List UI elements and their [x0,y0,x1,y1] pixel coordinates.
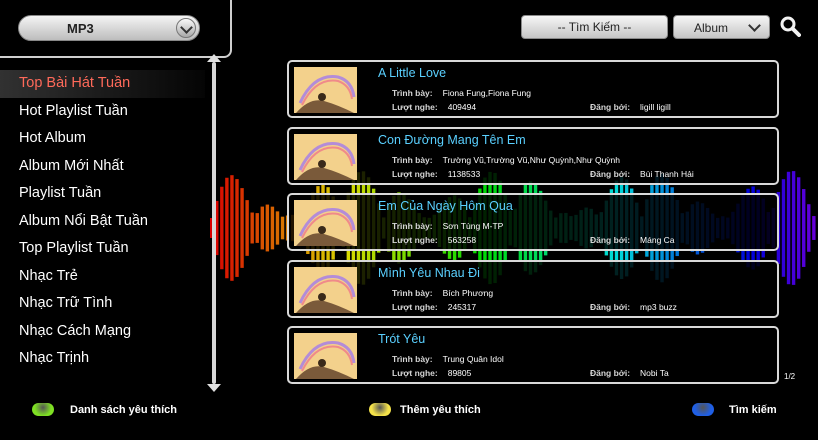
song-item[interactable]: A Little Love Trình bày: Fiona Fung,Fiona… [287,60,779,118]
song-item[interactable]: Em Của Ngày Hôm Qua Trình bày: Sơn Tùng M… [287,193,779,251]
posted-by-label: Đăng bởi: [590,102,631,112]
song-posted-by: Máng Ca [640,235,675,245]
search-type-dropdown[interactable]: Album [673,15,770,39]
song-thumbnail [294,67,357,113]
song-posted-by: mp3 buzz [640,301,677,312]
song-item[interactable]: Con Đường Mang Tên Em Trình bày: Trường V… [287,126,779,185]
song-thumbnail [294,266,357,313]
category-item-album-noi-bat-tuan[interactable]: Album Nổi Bật Tuần [0,208,205,236]
song-plays: 1138533 [447,168,481,179]
song-plays: 409494 [447,102,477,112]
plays-label: Lượt nghe: [392,301,438,312]
posted-by-label: Đăng bởi: [590,368,631,378]
song-artist: Trường Vũ,Trường Vũ,Như Quỳnh,Như Quỳnh [442,154,621,165]
legend-label: Thêm yêu thích [400,404,481,416]
category-list: Top Bài Hát Tuần Hot Playlist Tuần Hot A… [0,70,205,373]
song-artist: Trung Quân Idol [442,354,504,364]
song-list: A Little Love Trình bày: Fiona Fung,Fiona… [287,60,779,393]
music-app-screen: MP3 Top Bài Hát Tuần Hot Playlist Tuần H… [0,0,818,440]
scrollbar[interactable] [212,62,216,384]
song-posted-by: Bùi Thanh Hải [640,168,694,179]
plays-label: Lượt nghe: [392,235,438,245]
search-type-value: Album [694,21,729,35]
chevron-down-icon [748,19,761,32]
green-button-icon [32,403,54,416]
search-icon[interactable] [779,15,801,37]
song-artist: Fiona Fung,Fiona Fung [442,88,531,98]
song-posted-by: ligill ligill [640,102,671,112]
song-thumbnail [294,200,357,246]
plays-label: Lượt nghe: [392,102,438,112]
plays-label: Lượt nghe: [392,368,438,378]
category-item-album-moi-nhat[interactable]: Album Mới Nhất [0,153,205,181]
song-posted-by: Nobi Ta [640,368,669,378]
song-plays: 245317 [447,301,477,312]
artist-label: Trình bày: [392,287,433,298]
song-title: Em Của Ngày Hôm Qua [378,199,513,213]
blue-button-icon [692,403,714,416]
song-plays: 89805 [447,368,472,378]
artist-label: Trình bày: [392,221,433,231]
category-item-nhac-cach-mang[interactable]: Nhạc Cách Mạng [0,318,205,346]
song-artist: Bích Phương [442,287,494,298]
artist-label: Trình bày: [392,354,433,364]
scroll-down-icon[interactable] [207,384,221,392]
song-title: Mình Yêu Nhau Đi [378,265,480,280]
search-input[interactable]: -- Tìm Kiếm -- [521,15,668,39]
category-item-nhac-tru-tinh[interactable]: Nhạc Trữ Tình [0,290,205,318]
page-indicator: 1/2 [784,372,796,381]
posted-by-label: Đăng bởi: [590,235,631,245]
posted-by-label: Đăng bởi: [590,168,631,179]
legend-label: Tìm kiếm [729,404,777,416]
song-plays: 563258 [447,235,477,245]
category-item-playlist-tuan[interactable]: Playlist Tuần [0,180,205,208]
source-dropdown[interactable]: MP3 [18,15,200,41]
song-thumbnail [294,333,357,379]
song-title: A Little Love [378,66,447,80]
artist-label: Trình bày: [392,88,433,98]
posted-by-label: Đăng bởi: [590,301,631,312]
category-item-hot-album[interactable]: Hot Album [0,125,205,153]
category-item-hot-playlist-tuan[interactable]: Hot Playlist Tuần [0,98,205,126]
source-dropdown-value: MP3 [67,21,94,36]
song-artist: Sơn Tùng M-TP [442,221,504,231]
category-item-top-playlist-tuan[interactable]: Top Playlist Tuần [0,235,205,263]
category-item-nhac-tre[interactable]: Nhạc Trẻ [0,263,205,291]
category-item-nhac-trinh[interactable]: Nhạc Trịnh [0,345,205,373]
legend-label: Danh sách yêu thích [70,404,177,416]
scroll-up-icon[interactable] [207,54,221,62]
song-item[interactable]: Mình Yêu Nhau Đi Trình bày: Bích Phương L… [287,259,779,318]
song-item[interactable]: Trót Yêu Trình bày: Trung Quân Idol Lượt … [287,326,779,384]
yellow-button-icon [369,403,391,416]
category-item-top-bai-hat-tuan[interactable]: Top Bài Hát Tuần [0,70,205,98]
song-title: Con Đường Mang Tên Em [378,132,526,147]
plays-label: Lượt nghe: [392,168,438,179]
chevron-down-icon [176,18,196,38]
source-panel: MP3 [0,0,232,58]
artist-label: Trình bày: [392,154,433,165]
song-title: Trót Yêu [378,332,426,346]
song-thumbnail [294,133,357,180]
